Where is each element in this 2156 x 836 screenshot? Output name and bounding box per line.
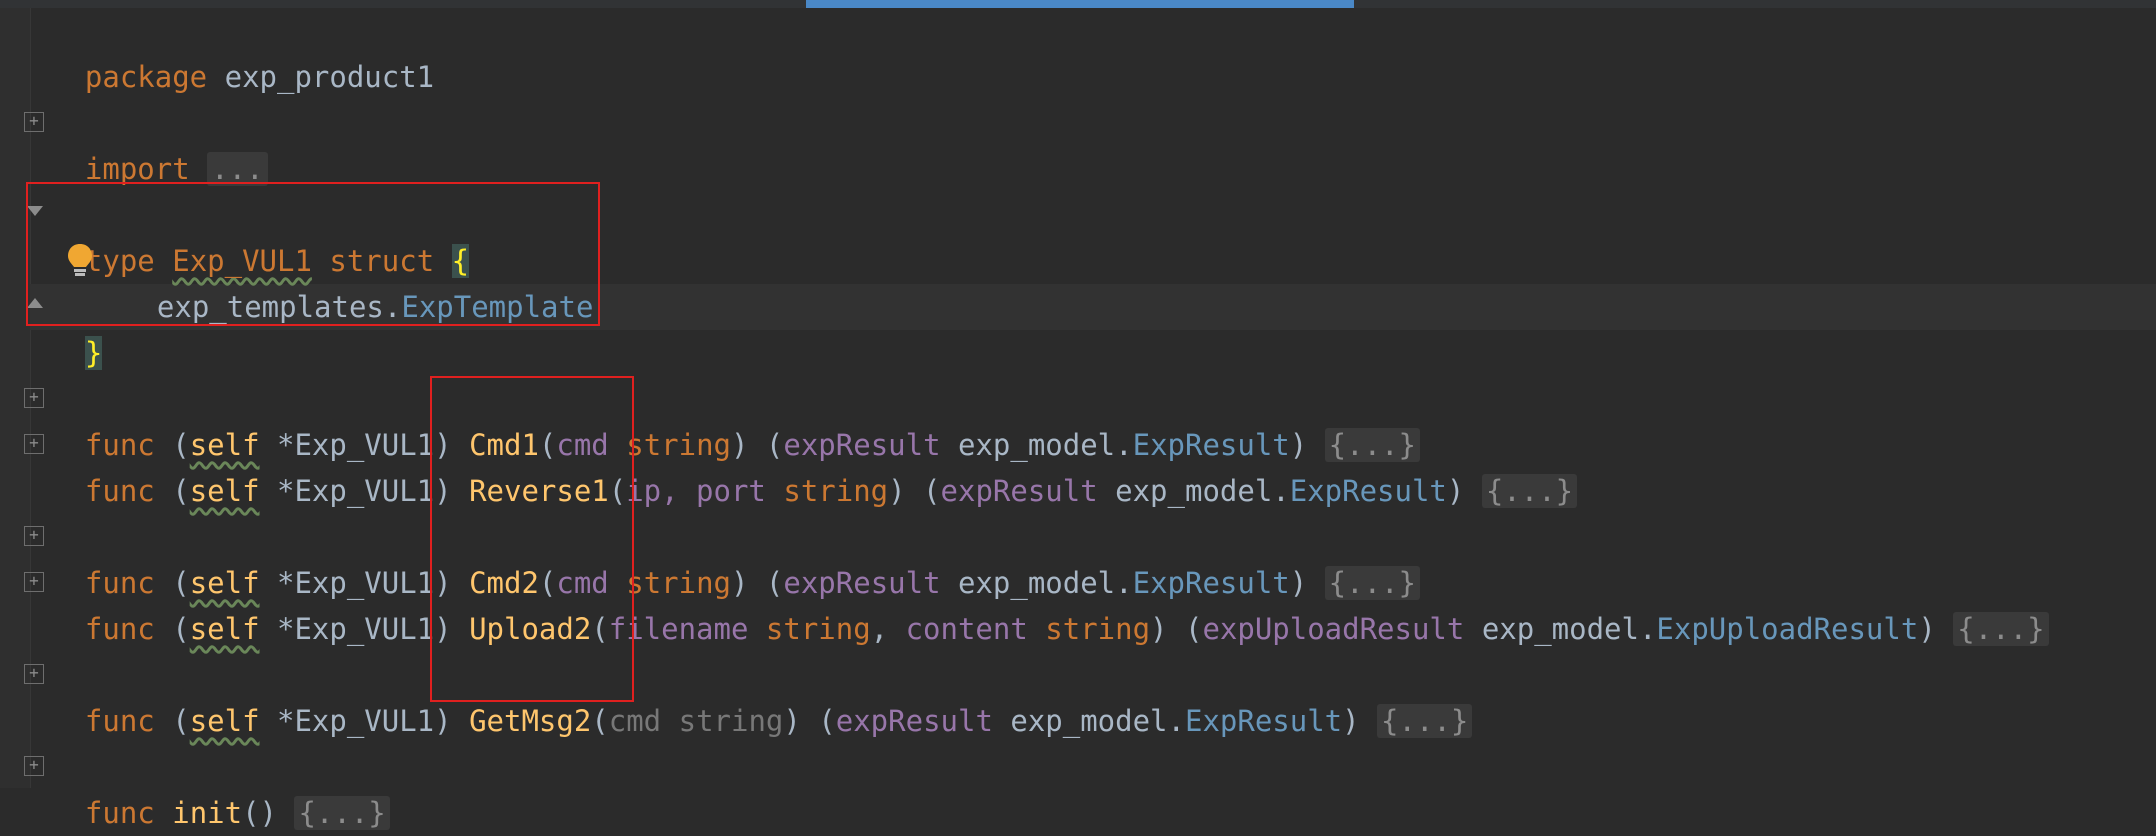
folded-body[interactable]: {...} [1953,612,2049,646]
highlight-box-struct [26,182,600,326]
folded-body[interactable]: {...} [294,796,390,830]
param-type: string [765,612,871,646]
highlight-box-methods [430,376,634,702]
package-name: exp_product1 [224,60,435,94]
init-function-name: init [172,796,243,830]
code-line-package[interactable]: package exp_product1 [50,8,434,94]
package-keyword: package [84,60,208,94]
folded-import[interactable]: ... [207,152,268,186]
return-type: ExpResult [1184,704,1343,738]
param-type: string [783,474,889,508]
func-keyword: func [84,796,155,830]
code-line-method[interactable]: func (self *Exp_VUL1) Reverse1(ip, port … [50,422,1578,508]
return-type: ExpUploadResult [1656,612,1919,646]
method-name: GetMsg2 [469,704,592,738]
return-type: ExpResult [1289,474,1447,508]
receiver-type: *Exp_VUL1 [277,612,435,646]
func-keyword: func [84,474,155,508]
param-name: content [905,612,1028,646]
param-type: string [678,704,784,738]
param-type: string [1045,612,1151,646]
folded-body[interactable]: {...} [1377,704,1473,738]
receiver-name: self [189,704,260,738]
param-name: cmd [608,704,662,738]
folded-body[interactable]: {...} [1481,474,1578,508]
fold-toggle-icon[interactable]: + [24,526,44,546]
code-line-method[interactable]: func (self *Exp_VUL1) Cmd2(cmd string) (… [50,514,1420,600]
close-brace: } [84,336,103,370]
return-package: exp_model [1115,474,1273,508]
receiver-name: self [189,474,260,508]
fold-toggle-icon[interactable]: + [24,434,44,454]
return-package: exp_model [1010,704,1168,738]
return-package: exp_model [1481,612,1639,646]
receiver-type: *Exp_VUL1 [277,474,435,508]
func-keyword: func [84,612,155,646]
code-line-method[interactable]: func (self *Exp_VUL1) Upload2(filename s… [50,560,2049,646]
code-line-import[interactable]: import ... [50,100,268,186]
param-name: ip, port [626,474,766,508]
receiver-name: self [189,612,260,646]
code-line-method[interactable]: func (self *Exp_VUL1) Cmd1(cmd string) (… [50,376,1420,462]
return-name: expUploadResult [1202,612,1465,646]
fold-toggle-icon[interactable]: + [24,756,44,776]
code-line-method[interactable]: func (self *Exp_VUL1) GetMsg2(cmd string… [50,652,1473,738]
code-line-init[interactable]: func init() {...} [50,744,390,830]
fold-toggle-icon[interactable]: + [24,572,44,592]
receiver-type: *Exp_VUL1 [277,704,435,738]
return-name: expResult [835,704,993,738]
return-name: expResult [940,474,1098,508]
func-keyword: func [84,704,155,738]
active-tab-indicator[interactable] [806,0,1354,8]
fold-toggle-icon[interactable]: + [24,388,44,408]
fold-toggle-icon[interactable]: + [24,664,44,684]
fold-toggle-icon[interactable]: + [24,112,44,132]
import-keyword: import [84,152,190,186]
